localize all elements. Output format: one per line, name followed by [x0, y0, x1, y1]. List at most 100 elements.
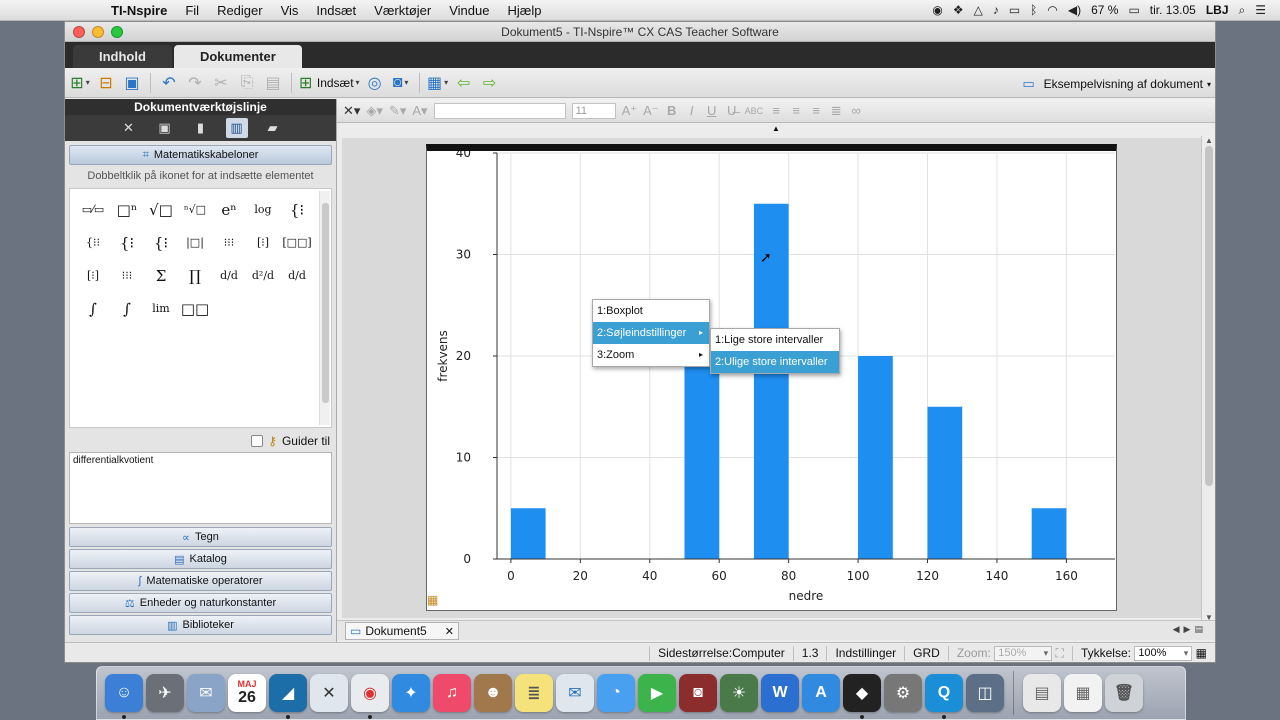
data-table-icon[interactable]: ▦: [427, 593, 443, 609]
new-document-button[interactable]: ⊞ ▾: [69, 72, 91, 94]
menu-indsaet[interactable]: Indsæt: [307, 3, 365, 18]
menu-fil[interactable]: Fil: [176, 3, 208, 18]
y-axis-label[interactable]: frekvens: [436, 330, 450, 382]
undo-icon[interactable]: ↶: [158, 72, 180, 94]
dropbox-icon[interactable]: ❖: [953, 3, 964, 17]
close-tab-icon[interactable]: ✕: [445, 625, 454, 638]
align-left-icon[interactable]: ≡: [769, 103, 783, 118]
insert-button[interactable]: ⊞ Indsæt ▾: [299, 72, 360, 94]
redo-icon[interactable]: ↷: [184, 72, 206, 94]
template-item[interactable]: eⁿ: [212, 193, 246, 226]
utilities-book-icon[interactable]: ▥: [225, 118, 248, 138]
template-scrollbar[interactable]: [319, 191, 330, 425]
close-window-icon[interactable]: [73, 26, 85, 38]
template-item[interactable]: [□□]: [280, 226, 314, 259]
tools-wrench-icon[interactable]: ✕▾: [343, 103, 360, 119]
mail-icon[interactable]: ✉: [556, 674, 594, 712]
section-biblioteker[interactable]: ▥ Biblioteker: [69, 615, 332, 635]
next-page-icon[interactable]: ⇨: [479, 72, 501, 94]
spotlight-search-icon[interactable]: ⌕: [1239, 3, 1246, 18]
save-icon[interactable]: ▣: [121, 72, 143, 94]
screen-icon[interactable]: ▭: [1009, 3, 1020, 17]
notification-icon[interactable]: ♪: [993, 3, 999, 17]
variables-icon[interactable]: ◎: [364, 72, 386, 94]
content-explorer-icon[interactable]: ▰: [262, 118, 284, 138]
copy-icon[interactable]: ⎘: [236, 72, 258, 94]
line-color-icon[interactable]: ✎▾: [389, 103, 406, 119]
record-icon[interactable]: ◉: [932, 3, 942, 17]
fill-color-icon[interactable]: ◈▾: [366, 103, 383, 119]
template-item[interactable]: ⁝⁝⁝: [110, 259, 144, 292]
align-center-icon[interactable]: ≡: [789, 103, 803, 118]
paste-icon[interactable]: ▤: [262, 72, 284, 94]
itunes-icon[interactable]: ♫: [433, 674, 471, 712]
template-item[interactable]: ⁝⁝⁝: [212, 226, 246, 259]
documents-stack-icon[interactable]: ▦: [1064, 674, 1102, 712]
tab-dokumenter[interactable]: Dokumenter: [173, 45, 302, 68]
template-item[interactable]: ▭⁄▭: [76, 193, 110, 226]
battery-icon[interactable]: ▭: [1128, 3, 1139, 17]
italic-icon[interactable]: I: [685, 103, 699, 118]
template-item[interactable]: [⁝]: [76, 259, 110, 292]
settings-status[interactable]: Indstillinger: [826, 645, 904, 661]
trash-icon[interactable]: 🗑: [1105, 674, 1143, 712]
fit-page-icon[interactable]: ⛶: [1056, 646, 1064, 660]
data-stats-page[interactable]: 0 20 40 60 80 100 120 140 160 0 10 20 30 40 nedre fre…: [426, 144, 1117, 611]
template-item[interactable]: {⁝: [144, 226, 178, 259]
bold-icon[interactable]: B: [665, 103, 679, 118]
section-katalog[interactable]: ▤ Katalog: [69, 549, 332, 569]
clock[interactable]: tir. 13.05: [1150, 3, 1196, 17]
template-item[interactable]: d²/d: [246, 259, 280, 292]
template-item[interactable]: ⁿ√□: [178, 193, 212, 226]
bluetooth-icon[interactable]: ᛒ: [1030, 3, 1037, 17]
chrome-icon[interactable]: ◉: [351, 674, 389, 719]
battery-percent[interactable]: 67 %: [1091, 3, 1118, 17]
page-sorter-icon[interactable]: ▣: [154, 118, 176, 138]
page-layout-icon[interactable]: ▦ ▾: [427, 72, 449, 94]
minimize-window-icon[interactable]: [92, 26, 104, 38]
zoom-select[interactable]: 150%: [994, 645, 1053, 661]
font-family-select[interactable]: [433, 102, 566, 119]
histogram-bar[interactable]: [510, 508, 546, 559]
downloads-stack-icon[interactable]: ▤: [1023, 674, 1061, 712]
collapse-up-icon[interactable]: ▲: [772, 124, 780, 133]
menu-hjaelp[interactable]: Hjælp: [498, 3, 550, 18]
template-item[interactable]: lim: [144, 292, 178, 325]
safari-icon[interactable]: ✦: [392, 674, 430, 712]
template-item[interactable]: d/d: [280, 259, 314, 292]
section-matematiske-operatorer[interactable]: ∫ Matematiske operatorer: [69, 571, 332, 591]
menu-item-boxplot[interactable]: 1:Boxplot: [593, 300, 709, 322]
histogram-bar[interactable]: [1031, 508, 1067, 559]
menu-vis[interactable]: Vis: [272, 3, 308, 18]
scroll-up-icon[interactable]: ▲: [1205, 136, 1213, 145]
template-item[interactable]: [⁝]: [246, 226, 280, 259]
font-size-select[interactable]: 11: [571, 102, 616, 119]
template-item[interactable]: log: [246, 193, 280, 226]
font-size-increase-icon[interactable]: A⁺: [622, 103, 638, 119]
notification-center-icon[interactable]: ☰: [1255, 3, 1266, 17]
template-item[interactable]: ∏: [178, 259, 212, 292]
drive-icon[interactable]: △: [974, 3, 983, 17]
quicktime-icon[interactable]: Q: [925, 674, 963, 719]
app-store-icon[interactable]: A: [802, 674, 840, 712]
launchpad-icon[interactable]: ✈: [146, 674, 184, 712]
previous-page-icon[interactable]: ⇦: [453, 72, 475, 94]
preview-app-icon[interactable]: ✉: [187, 674, 225, 712]
histogram-bar[interactable]: [927, 406, 963, 559]
template-item[interactable]: |□|: [178, 226, 212, 259]
screen-capture-icon[interactable]: ◙ ▾: [390, 72, 412, 94]
contacts-icon[interactable]: ☻: [474, 674, 512, 712]
template-item[interactable]: {⁝⁝: [76, 226, 110, 259]
wifi-icon[interactable]: ◠: [1047, 3, 1057, 17]
template-item[interactable]: {⁝: [110, 226, 144, 259]
workspace-scrollbar[interactable]: ▲ ▼: [1201, 136, 1215, 622]
histogram-bar[interactable]: [858, 356, 893, 559]
notes-icon[interactable]: ≣: [515, 674, 553, 712]
thickness-control[interactable]: Tykkelse: 100% ▦: [1071, 645, 1215, 661]
menu-rediger[interactable]: Rediger: [208, 3, 272, 18]
cut-icon[interactable]: ✂: [210, 72, 232, 94]
align-right-icon[interactable]: ≡: [809, 103, 823, 118]
template-item[interactable]: √□: [144, 193, 178, 226]
math-templates-section[interactable]: ⌗ Matematikskabeloner: [69, 145, 332, 165]
template-item[interactable]: d/d: [212, 259, 246, 292]
